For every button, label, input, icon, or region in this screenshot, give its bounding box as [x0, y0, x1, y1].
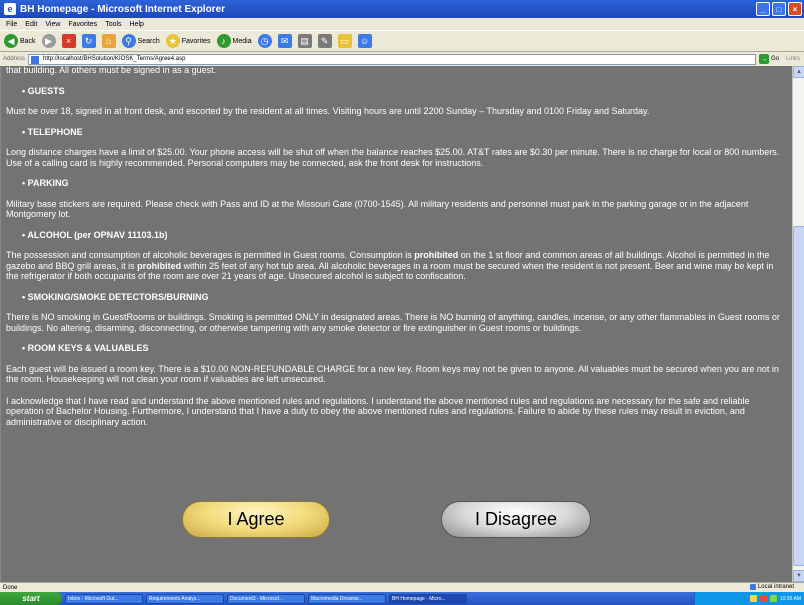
- acknowledgement-text: I acknowledge that I have read and under…: [6, 395, 750, 427]
- go-label: Go: [770, 56, 779, 62]
- search-button[interactable]: ⚲ Search: [121, 34, 160, 48]
- alcohol-bold-b: prohibited: [137, 260, 182, 271]
- address-bar: Address http://localhost/BHSolution/KIOS…: [0, 52, 804, 66]
- back-label: Back: [20, 37, 36, 45]
- folder-icon[interactable]: ▭: [337, 34, 352, 48]
- section-heading-room-keys: ROOM KEYS & VALUABLES: [22, 343, 788, 354]
- refresh-icon[interactable]: ↻: [81, 34, 96, 48]
- search-icon: ⚲: [121, 34, 136, 48]
- taskbar: start Inbox - Microsoft Out... Requireme…: [0, 592, 804, 605]
- section-text-room-keys: Each guest will be issued a room key. Th…: [6, 363, 779, 385]
- go-arrow-icon: →: [758, 54, 769, 64]
- security-zone: Local intranet: [749, 584, 794, 590]
- tray-network-icon[interactable]: [769, 595, 777, 602]
- address-label: Address: [3, 56, 26, 62]
- address-url: http://localhost/BHSolution/KIOSK_Terms/…: [43, 56, 186, 62]
- taskbar-item-bh-homepage[interactable]: BH Homepage - Micro...: [389, 593, 467, 604]
- status-text: Done: [3, 584, 18, 591]
- menu-view[interactable]: View: [45, 21, 60, 28]
- minimize-button[interactable]: _: [756, 2, 770, 16]
- back-arrow-icon: ◀: [4, 34, 18, 48]
- close-button[interactable]: ×: [788, 2, 802, 16]
- media-label: Media: [232, 37, 252, 45]
- section-heading-smoking: SMOKING/SMOKE DETECTORS/BURNING: [22, 292, 788, 303]
- page-icon: [31, 55, 40, 64]
- links-button[interactable]: Links: [782, 56, 804, 62]
- address-input[interactable]: http://localhost/BHSolution/KIOSK_Terms/…: [28, 53, 756, 65]
- scroll-up-icon[interactable]: ▲: [793, 66, 804, 78]
- scroll-down-icon[interactable]: ▼: [793, 570, 804, 582]
- disagree-button[interactable]: I Disagree: [441, 501, 591, 538]
- browser-toolbar: ◀ Back ▶ × ↻ ⌂ ⚲ Search ★ Favorites ♪ Me…: [0, 30, 804, 52]
- section-heading-guests: GUESTS: [22, 86, 788, 97]
- edit-icon[interactable]: ✎: [317, 34, 332, 48]
- window-controls: _ □ ×: [756, 2, 802, 16]
- zone-label: Local intranet: [757, 584, 794, 590]
- search-label: Search: [137, 37, 160, 45]
- section-text-smoking: There is NO smoking in GuestRooms or bui…: [6, 312, 780, 333]
- terms-page: that building. All others must be signed…: [6, 66, 788, 427]
- taskbar-item-dreamweaver[interactable]: Macromedia Dreamw...: [308, 593, 386, 604]
- section-heading-telephone: TELEPHONE: [22, 127, 788, 138]
- mail-icon[interactable]: ✉: [277, 34, 292, 48]
- home-icon[interactable]: ⌂: [101, 34, 116, 48]
- vertical-scrollbar[interactable]: ▲ ▼: [792, 66, 804, 582]
- history-icon[interactable]: ◷: [257, 34, 272, 48]
- media-button[interactable]: ♪ Media: [216, 34, 252, 48]
- menu-file[interactable]: File: [6, 21, 17, 28]
- start-button[interactable]: start: [0, 592, 62, 605]
- window-title: BH Homepage - Microsoft Internet Explore…: [20, 3, 226, 15]
- section-heading-alcohol: ALCOHOL (per OPNAV 11103.1b): [22, 230, 788, 241]
- window-title-bar: e BH Homepage - Microsoft Internet Explo…: [0, 0, 804, 18]
- menu-help[interactable]: Help: [130, 21, 144, 28]
- alcohol-text-a: The possession and consumption of alcoho…: [6, 250, 415, 260]
- alcohol-bold-a: prohibited: [414, 250, 459, 260]
- print-icon[interactable]: ▤: [297, 34, 312, 48]
- favorites-button[interactable]: ★ Favorites: [165, 34, 211, 48]
- stop-icon[interactable]: ×: [61, 34, 76, 48]
- section-text-guests: Must be over 18, signed in at front desk…: [6, 106, 650, 116]
- section-heading-parking: PARKING: [22, 178, 788, 189]
- page-content: that building. All others must be signed…: [0, 66, 792, 582]
- forward-arrow-icon[interactable]: ▶: [41, 34, 56, 48]
- clock: 10:35 AM: [779, 595, 801, 602]
- system-tray: 10:35 AM: [694, 592, 804, 605]
- back-button[interactable]: ◀ Back: [4, 34, 36, 48]
- taskbar-item-requirements[interactable]: Requirements Analys...: [146, 593, 224, 604]
- scroll-thumb[interactable]: [793, 226, 804, 566]
- taskbar-item-document3[interactable]: Document3 - Microsof...: [227, 593, 305, 604]
- section-text-telephone: Long distance charges have a limit of $2…: [6, 147, 780, 168]
- messenger-icon[interactable]: ☺: [357, 34, 372, 48]
- tray-icon[interactable]: [749, 595, 757, 602]
- go-button[interactable]: → Go: [758, 54, 779, 64]
- favorites-label: Favorites: [181, 37, 211, 45]
- menu-edit[interactable]: Edit: [25, 21, 37, 28]
- maximize-button[interactable]: □: [772, 2, 786, 16]
- ie-logo-icon: e: [4, 3, 16, 15]
- intranet-icon: [749, 584, 756, 590]
- star-icon: ★: [165, 34, 180, 48]
- menu-favorites[interactable]: Favorites: [68, 21, 97, 28]
- menu-tools[interactable]: Tools: [105, 21, 121, 28]
- menu-bar: File Edit View Favorites Tools Help: [0, 18, 804, 30]
- tray-alert-icon[interactable]: [759, 595, 767, 602]
- section-text-parking: Military base stickers are required. Ple…: [6, 198, 749, 220]
- taskbar-item-outlook[interactable]: Inbox - Microsoft Out...: [65, 593, 143, 604]
- section-text-alcohol: The possession and consumption of alcoho…: [6, 250, 788, 282]
- intro-text: that building. All others must be signed…: [6, 66, 217, 75]
- agree-button[interactable]: I Agree: [182, 501, 330, 538]
- status-bar: Done Local intranet: [0, 582, 804, 592]
- media-icon: ♪: [216, 34, 231, 48]
